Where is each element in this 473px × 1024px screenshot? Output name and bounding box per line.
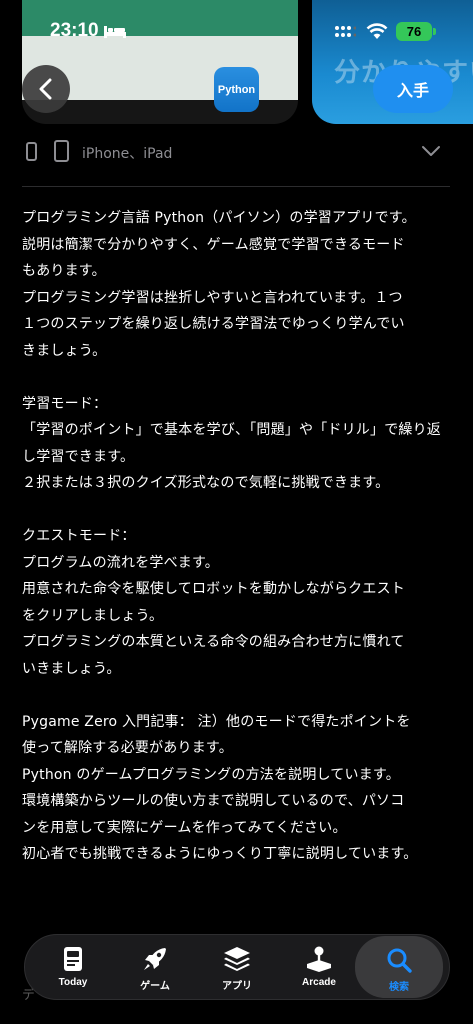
iphone-icon	[26, 142, 37, 161]
tab-search[interactable]: 検索	[355, 936, 443, 998]
app-icon: Python	[214, 67, 259, 112]
signal-icon	[335, 26, 356, 37]
today-icon	[64, 947, 82, 971]
battery-tip	[433, 28, 436, 35]
tab-games[interactable]: ゲーム	[115, 935, 195, 999]
tab-label: Arcade	[302, 977, 336, 988]
app-icon-label: Python	[217, 83, 256, 96]
tab-bar: Today ゲーム アプリ Arcade 検索	[24, 934, 450, 1000]
bed-icon	[104, 26, 126, 38]
tab-arcade[interactable]: Arcade	[279, 935, 359, 999]
tab-label: アプリ	[222, 981, 252, 992]
layers-icon	[224, 947, 250, 971]
joystick-icon	[307, 946, 331, 972]
tab-label: 検索	[389, 982, 409, 993]
battery-indicator: 76	[396, 22, 432, 41]
app-description: プログラミング言語 Python（パイソン）の学習アプリです。 説明は簡潔で分か…	[22, 210, 441, 862]
back-button[interactable]	[22, 65, 70, 113]
chevron-down-icon[interactable]	[421, 144, 441, 158]
search-icon	[387, 948, 412, 973]
device-support-label: iPhone、iPad	[82, 146, 173, 162]
tab-apps[interactable]: アプリ	[197, 935, 277, 999]
get-button[interactable]: 入手	[373, 65, 453, 113]
tab-label: ゲーム	[140, 981, 170, 992]
status-time: 23:10	[50, 20, 99, 41]
rocket-icon	[144, 948, 166, 970]
tab-today[interactable]: Today	[33, 935, 113, 999]
divider	[22, 186, 450, 187]
device-support-row[interactable]: iPhone、iPad	[22, 138, 442, 168]
chevron-left-icon	[39, 78, 52, 100]
ipad-icon	[54, 140, 69, 162]
tab-label: Today	[58, 977, 88, 988]
wifi-icon	[366, 23, 388, 39]
